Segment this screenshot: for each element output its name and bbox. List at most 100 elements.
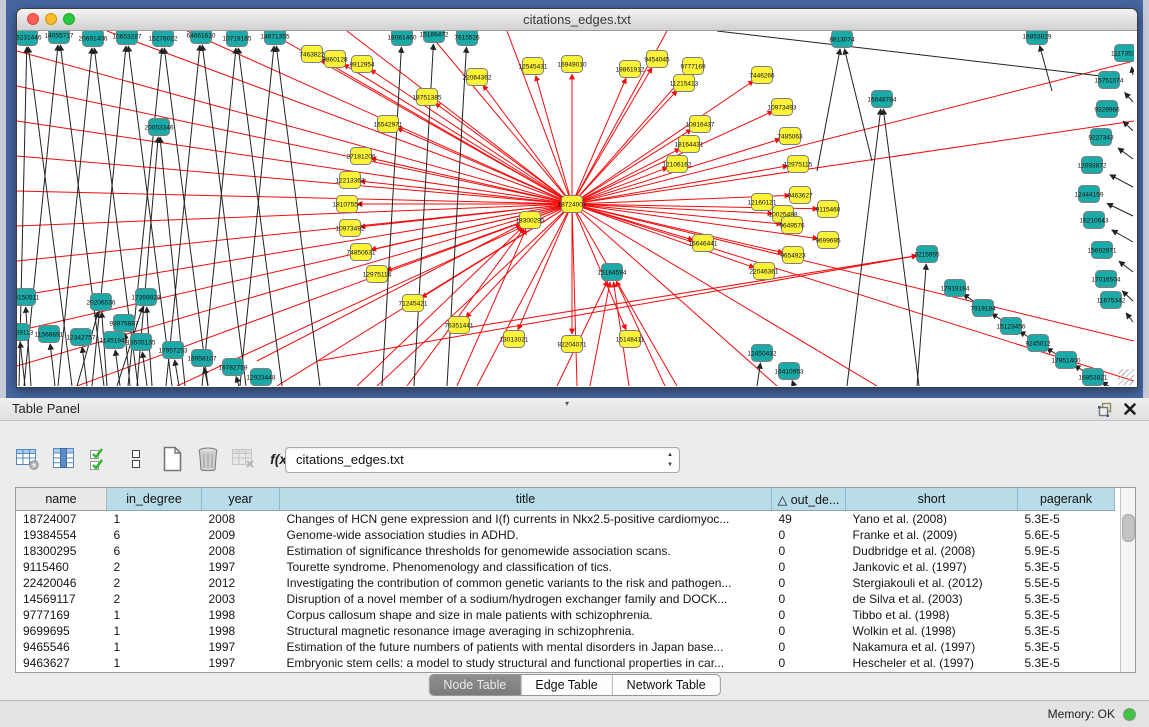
graph-node[interactable]: 12093872	[1078, 157, 1107, 174]
graph-node[interactable]: 17016504	[1092, 271, 1121, 288]
network-window-titlebar[interactable]: citations_edges.txt	[17, 9, 1137, 31]
table-row[interactable]: 946554611997Estimation of the future num…	[16, 639, 1115, 655]
zoom-window-button[interactable]	[63, 13, 75, 25]
graph-node[interactable]: 76351441	[445, 317, 474, 334]
table-row[interactable]: 977716911998Corpus callosum shape and si…	[16, 607, 1115, 623]
graph-node[interactable]: 7485063	[777, 128, 803, 145]
graph-node[interactable]: 16410953	[775, 363, 804, 380]
graph-node[interactable]: 16231446	[17, 31, 42, 46]
graph-node[interactable]: 22064362	[463, 69, 492, 86]
graph-node[interactable]: 15751074	[1095, 72, 1124, 89]
table-options-icon[interactable]	[14, 444, 41, 474]
column-header-pagerank[interactable]: pagerank	[1018, 488, 1115, 511]
graph-node[interactable]: 64661610	[187, 31, 216, 44]
float-panel-icon[interactable]	[1098, 402, 1113, 422]
graph-node[interactable]: 16542971	[374, 116, 403, 133]
table-scrollbar[interactable]	[1120, 488, 1135, 672]
graph-node[interactable]: 12450432	[748, 345, 777, 362]
graph-node[interactable]: 13505135	[127, 334, 156, 351]
graph-node[interactable]: 27181206	[347, 148, 376, 165]
select-columns-icon[interactable]	[86, 444, 113, 474]
graph-node[interactable]: 17951400	[1052, 352, 1081, 369]
graph-node[interactable]: 7446266	[749, 67, 775, 84]
column-header-out_degree[interactable]: △ out_de...	[772, 488, 846, 511]
close-panel-icon[interactable]	[1123, 402, 1137, 421]
create-column-icon[interactable]	[158, 444, 185, 474]
column-header-title[interactable]: title	[280, 488, 772, 511]
graph-node[interactable]: 9329966	[1094, 101, 1120, 118]
graph-node[interactable]: 12444159	[1075, 186, 1104, 203]
graph-node[interactable]: 15692971	[1088, 242, 1117, 259]
graph-node[interactable]: 18164431	[675, 136, 704, 153]
graph-node[interactable]: 7463822	[299, 46, 325, 63]
tab-node-table[interactable]: Node Table	[429, 675, 520, 695]
column-header-name[interactable]: name	[16, 488, 107, 511]
graph-node[interactable]: 16646441	[689, 235, 718, 252]
graph-node[interactable]: 16648784	[868, 91, 897, 108]
graph-node[interactable]: 16782759	[219, 359, 248, 376]
graph-node[interactable]: 9699695	[815, 232, 841, 249]
graph-node[interactable]: 13013021	[500, 331, 529, 348]
table-row[interactable]: 969969511998Structural magnetic resonanc…	[16, 623, 1115, 639]
graph-node[interactable]: 12975115	[784, 156, 813, 173]
graph-node[interactable]: 14055717	[45, 31, 74, 44]
graph-node[interactable]: 16853829	[1023, 31, 1052, 45]
graph-node[interactable]: 14671355	[261, 31, 290, 45]
graph-node[interactable]: 9115460	[816, 201, 841, 218]
graph-node[interactable]: 18061460	[388, 31, 417, 46]
graph-node[interactable]: 20053346	[145, 119, 174, 136]
graph-node[interactable]: 74850631	[347, 244, 376, 261]
graph-node[interactable]: 82204071	[558, 336, 587, 353]
column-header-year[interactable]: year	[202, 488, 280, 511]
graph-node[interactable]: 10816437	[686, 116, 715, 133]
graph-node[interactable]: 71245421	[399, 295, 428, 312]
table-row[interactable]: 1938455462009Genome-wide association stu…	[16, 527, 1115, 543]
graph-node[interactable]: 10973492	[336, 220, 365, 237]
memory-status-indicator[interactable]	[1123, 708, 1136, 721]
compact-rows-icon[interactable]	[122, 444, 149, 474]
graph-node[interactable]: 16210643	[1080, 212, 1109, 229]
graph-node[interactable]: 12342757	[67, 329, 96, 346]
graph-node[interactable]: 16853821	[1079, 369, 1108, 386]
graph-node[interactable]: 13150511	[17, 289, 40, 306]
minimize-window-button[interactable]	[45, 13, 57, 25]
table-row[interactable]: 2242004622012Investigating the contribut…	[16, 575, 1115, 591]
graph-node[interactable]: 17957253	[159, 342, 188, 359]
graph-node[interactable]: 11568691	[35, 326, 64, 343]
graph-node[interactable]: 20206536	[87, 294, 116, 311]
column-header-in_degree[interactable]: in_degree	[107, 488, 202, 511]
graph-node[interactable]: 7615526	[454, 31, 480, 46]
graph-node[interactable]: 9777169	[680, 58, 706, 75]
graph-node[interactable]: 12975114	[363, 266, 392, 283]
graph-node[interactable]: 9454045	[644, 51, 670, 68]
graph-node[interactable]: 7919184	[970, 300, 996, 317]
graph-node[interactable]: 93975887	[110, 315, 139, 332]
graph-node[interactable]: 8215955	[914, 246, 940, 263]
window-resize-grip[interactable]	[1118, 369, 1134, 385]
graph-node[interactable]: 12213363	[336, 172, 365, 189]
show-columns-icon[interactable]	[50, 444, 77, 474]
graph-node[interactable]: 9860128	[322, 51, 348, 68]
graph-node[interactable]: 16958107	[188, 350, 217, 367]
graph-node[interactable]: 12923448	[247, 369, 276, 386]
tab-edge-table[interactable]: Edge Table	[520, 675, 611, 695]
graph-node[interactable]: 15189472	[420, 31, 449, 43]
graph-node[interactable]: 9245012	[1025, 335, 1051, 352]
graph-node[interactable]: 10653287	[113, 31, 142, 45]
graph-node[interactable]: 11215413	[670, 75, 699, 92]
table-row[interactable]: 1872400712008Changes of HCN gene express…	[16, 511, 1115, 528]
graph-node[interactable]: 8912954	[349, 56, 375, 73]
graph-node[interactable]: 19861912	[616, 61, 645, 78]
column-header-short[interactable]: short	[846, 488, 1018, 511]
table-row[interactable]: 946362711997Embryonic stem cells: a mode…	[16, 655, 1115, 671]
graph-node[interactable]: 12545431	[519, 58, 548, 75]
graph-node[interactable]: 39159113	[17, 324, 34, 341]
split-divider-handle[interactable]: ▾	[565, 399, 569, 408]
graph-node[interactable]: 9463627	[787, 187, 813, 204]
graph-node[interactable]: 22046361	[750, 263, 779, 280]
graph-node[interactable]: 11173534	[1111, 45, 1134, 62]
graph-node[interactable]: 10973493	[768, 99, 797, 116]
graph-node[interactable]: 20691406	[79, 31, 108, 47]
graph-node[interactable]: 18300295	[516, 212, 545, 229]
graph-node[interactable]: 11675342	[1097, 292, 1126, 309]
